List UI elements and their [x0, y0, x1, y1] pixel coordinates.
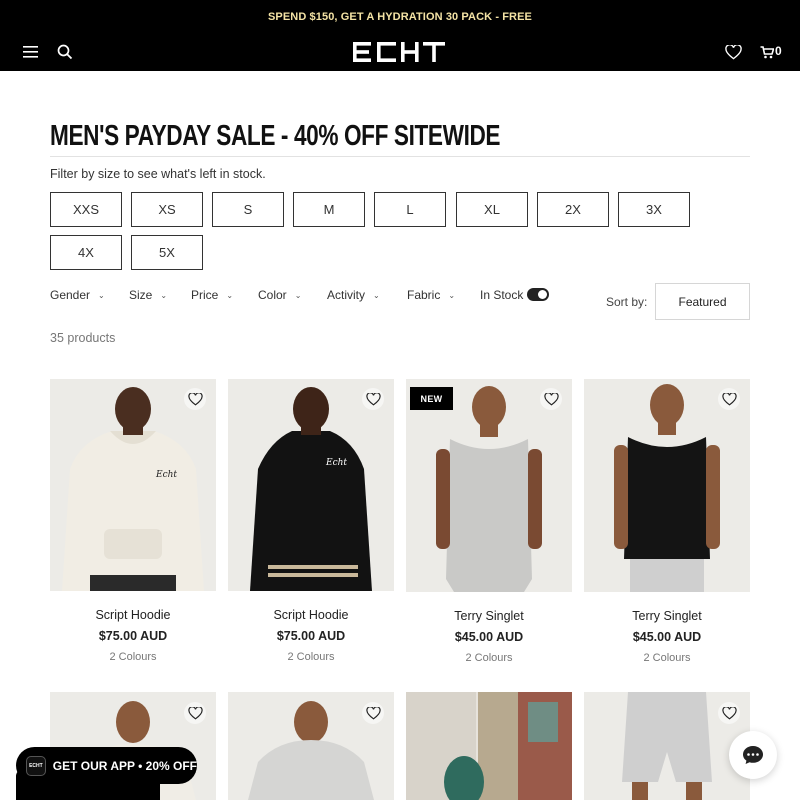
toggle-knob — [538, 290, 547, 299]
chevron-down-icon: ⌄ — [226, 290, 234, 300]
chat-bubble-icon — [743, 746, 763, 764]
wishlist-heart-icon[interactable] — [362, 388, 384, 410]
size-filter-5x[interactable]: 5X — [131, 235, 203, 270]
menu-icon[interactable] — [21, 42, 41, 62]
wishlist-heart-icon[interactable] — [184, 702, 206, 724]
site-header: 0 — [0, 34, 800, 71]
title-divider — [50, 156, 750, 157]
size-filter-xxs[interactable]: XXS — [50, 192, 122, 227]
in-stock-label: In Stock — [480, 288, 524, 302]
heart-icon[interactable] — [723, 42, 743, 62]
size-filter-3x[interactable]: 3X — [618, 192, 690, 227]
chevron-down-icon: ⌄ — [294, 290, 302, 300]
cart-count[interactable]: 0 — [775, 44, 782, 58]
size-filter-4x[interactable]: 4X — [50, 235, 122, 270]
chevron-down-icon: ⌄ — [98, 290, 105, 300]
filter-fabric-label: Fabric — [407, 288, 441, 302]
app-banner-text: GET OUR APP • 20% OFF — [52, 758, 197, 773]
product-price: $45.00 AUD — [632, 630, 702, 644]
chevron-down-icon: ⌄ — [448, 290, 456, 300]
echt-app-logo: ECHT — [26, 755, 46, 776]
product-price: $75.00 AUD — [276, 629, 346, 643]
promo-text: SPEND $150, GET A HYDRATION 30 PACK - FR… — [268, 11, 532, 23]
filter-color[interactable]: Color ⌄ — [258, 288, 301, 302]
filter-gender[interactable]: Gender ⌄ — [50, 288, 105, 302]
product-image[interactable]: Echt — [50, 379, 216, 591]
size-filter-xl[interactable]: XL — [456, 192, 528, 227]
product-image[interactable]: Echt — [228, 379, 394, 591]
filter-gender-label: Gender — [50, 288, 91, 302]
filter-activity[interactable]: Activity ⌄ — [327, 288, 380, 302]
product-name[interactable]: Script Hoodie — [228, 608, 394, 622]
product-count: 35 products — [50, 331, 116, 345]
size-filter-l[interactable]: L — [374, 192, 446, 227]
filter-price[interactable]: Price ⌄ — [191, 288, 233, 302]
search-icon[interactable] — [55, 42, 75, 62]
filter-fabric[interactable]: Fabric ⌄ — [407, 288, 455, 302]
product-colours: 2 Colours — [109, 651, 157, 663]
sort-select[interactable]: Featured — [655, 283, 750, 320]
svg-text:Echt: Echt — [325, 458, 347, 468]
wishlist-heart-icon[interactable] — [540, 388, 562, 410]
filter-size[interactable]: Size ⌄ — [129, 288, 167, 302]
size-filter-s[interactable]: S — [212, 192, 284, 227]
wishlist-heart-icon[interactable] — [718, 388, 740, 410]
product-colours: 2 Colours — [287, 651, 335, 663]
filter-price-label: Price — [191, 288, 219, 302]
size-filter-xs[interactable]: XS — [131, 192, 203, 227]
filter-color-label: Color — [258, 288, 287, 302]
size-filter-2x[interactable]: 2X — [537, 192, 609, 227]
chevron-down-icon: ⌄ — [160, 290, 168, 300]
cart-icon[interactable] — [757, 42, 777, 62]
product-colours: 2 Colours — [465, 652, 513, 664]
page-title: MEN'S PAYDAY SALE - 40% OFF SITEWIDE — [50, 120, 501, 152]
size-filter-m[interactable]: M — [293, 192, 365, 227]
filter-activity-label: Activity — [327, 288, 366, 302]
echt-logo[interactable] — [351, 40, 447, 64]
app-download-banner[interactable]: ECHT GET OUR APP • 20% OFF — [16, 747, 197, 784]
product-price: $45.00 AUD — [454, 630, 524, 644]
chevron-down-icon: ⌄ — [373, 290, 380, 300]
wishlist-heart-icon[interactable] — [362, 702, 384, 724]
product-name[interactable]: Terry Singlet — [584, 609, 750, 623]
promo-bar[interactable]: SPEND $150, GET A HYDRATION 30 PACK - FR… — [0, 0, 800, 34]
product-name[interactable]: Script Hoodie — [50, 608, 216, 622]
filter-hint: Filter by size to see what's left in sto… — [50, 167, 266, 181]
product-image[interactable] — [584, 379, 750, 592]
product-name[interactable]: Terry Singlet — [406, 609, 572, 623]
wishlist-heart-icon[interactable] — [718, 702, 740, 724]
new-badge: NEW — [410, 387, 453, 410]
chat-button[interactable] — [729, 731, 777, 779]
product-image[interactable] — [406, 692, 572, 800]
filter-size-label: Size — [129, 288, 153, 302]
wishlist-heart-icon[interactable] — [184, 388, 206, 410]
product-price: $75.00 AUD — [98, 629, 168, 643]
svg-text:Echt: Echt — [155, 470, 177, 480]
in-stock-toggle[interactable] — [527, 288, 549, 301]
product-colours: 2 Colours — [643, 652, 691, 664]
product-image[interactable] — [406, 379, 572, 592]
sort-label: Sort by: — [606, 295, 648, 309]
